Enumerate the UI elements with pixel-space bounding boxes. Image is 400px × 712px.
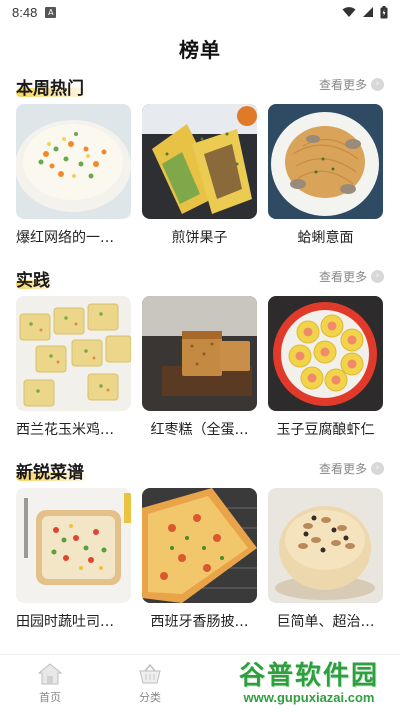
card-row: 爆红网络的一… 煎饼果子 蛤蜊意面 — [16, 104, 383, 247]
section-new-recipes: 新锐菜谱 查看更多 › 田园时蔬吐司… 西班牙香肠披… 巨简单、超治… — [0, 456, 400, 630]
section-weekly-hot: 本周热门 查看更多 › 爆红网络的一… 煎饼果子 蛤蜊意面 — [0, 72, 400, 246]
recipe-card[interactable]: 巨简单、超治… — [268, 488, 383, 631]
recipe-title: 巨简单、超治… — [276, 614, 375, 630]
card-row: 西兰花玉米鸡… 红枣糕（全蛋… 玉子豆腐酿虾仁 — [16, 296, 383, 439]
recipe-title: 爆红网络的一… — [16, 230, 114, 246]
recipe-title: 西兰花玉米鸡… — [16, 422, 114, 438]
recipe-image — [142, 488, 257, 603]
section-title: 本周热门 — [16, 79, 84, 99]
recipe-card[interactable]: 煎饼果子 — [142, 104, 257, 247]
section-title: 实践 — [16, 271, 50, 291]
nav-label: 首页 — [39, 691, 61, 704]
watermark: 谷普软件园 www.gupuxiazai.com — [220, 652, 398, 708]
nav-item-category[interactable]: 分类 — [100, 655, 200, 712]
recipe-card[interactable]: 爆红网络的一… — [16, 104, 131, 247]
recipe-card[interactable]: 玉子豆腐酿虾仁 — [268, 296, 383, 439]
recipe-card[interactable]: 田园时蔬吐司… — [16, 488, 131, 631]
recipe-image — [16, 104, 131, 219]
wifi-icon — [342, 7, 356, 17]
recipe-image — [268, 488, 383, 603]
section-header: 本周热门 查看更多 › — [0, 72, 400, 100]
chevron-right-icon: › — [371, 78, 384, 91]
card-row: 田园时蔬吐司… 西班牙香肠披… 巨简单、超治… — [16, 488, 383, 631]
recipe-card[interactable]: 西兰花玉米鸡… — [16, 296, 131, 439]
nav-label: 分类 — [139, 691, 161, 704]
recipe-title: 蛤蜊意面 — [297, 230, 354, 246]
recipe-image — [268, 104, 383, 219]
status-icons — [342, 5, 388, 19]
recipe-title: 玉子豆腐酿虾仁 — [276, 422, 375, 438]
recipe-card[interactable]: 蛤蜊意面 — [268, 104, 383, 247]
nav-item-home[interactable]: 首页 — [0, 655, 100, 712]
home-icon — [37, 663, 63, 685]
battery-icon — [380, 5, 388, 18]
see-more-label: 查看更多 — [318, 462, 367, 476]
status-time: 8:48 — [12, 4, 38, 20]
recipe-title: 田园时蔬吐司… — [16, 614, 114, 630]
status-bar: 8:48 A — [0, 0, 400, 24]
watermark-title: 谷普软件园 — [238, 661, 379, 691]
chevron-right-icon: › — [371, 462, 384, 475]
section-header: 新锐菜谱 查看更多 › — [0, 456, 400, 484]
recipe-image — [16, 296, 131, 411]
section-title: 新锐菜谱 — [16, 463, 84, 483]
see-more-link[interactable]: 查看更多 › — [319, 268, 384, 285]
recipe-card[interactable]: 红枣糕（全蛋… — [142, 296, 257, 439]
recipe-card[interactable]: 西班牙香肠披… — [142, 488, 257, 631]
recipe-image — [16, 488, 131, 603]
page-title: 榜单 — [179, 38, 221, 62]
see-more-link[interactable]: 查看更多 › — [319, 76, 384, 93]
recipe-title: 红枣糕（全蛋… — [150, 422, 249, 438]
see-more-label: 查看更多 — [318, 78, 367, 92]
recipe-image — [268, 296, 383, 411]
section-practice: 实践 查看更多 › 西兰花玉米鸡… 红枣糕（全蛋… 玉子豆腐酿虾仁 — [0, 264, 400, 438]
basket-icon — [139, 663, 161, 684]
see-more-link[interactable]: 查看更多 › — [319, 460, 384, 477]
signal-icon — [363, 7, 373, 17]
recipe-image — [142, 104, 257, 219]
see-more-label: 查看更多 — [318, 270, 367, 284]
recipe-title: 西班牙香肠披… — [150, 614, 249, 630]
chevron-right-icon: › — [371, 270, 384, 283]
notification-icon: A — [45, 6, 57, 18]
section-header: 实践 查看更多 › — [0, 264, 400, 292]
recipe-title: 煎饼果子 — [171, 230, 228, 246]
watermark-url: www.gupuxiazai.com — [243, 690, 375, 705]
recipe-image — [142, 296, 257, 411]
